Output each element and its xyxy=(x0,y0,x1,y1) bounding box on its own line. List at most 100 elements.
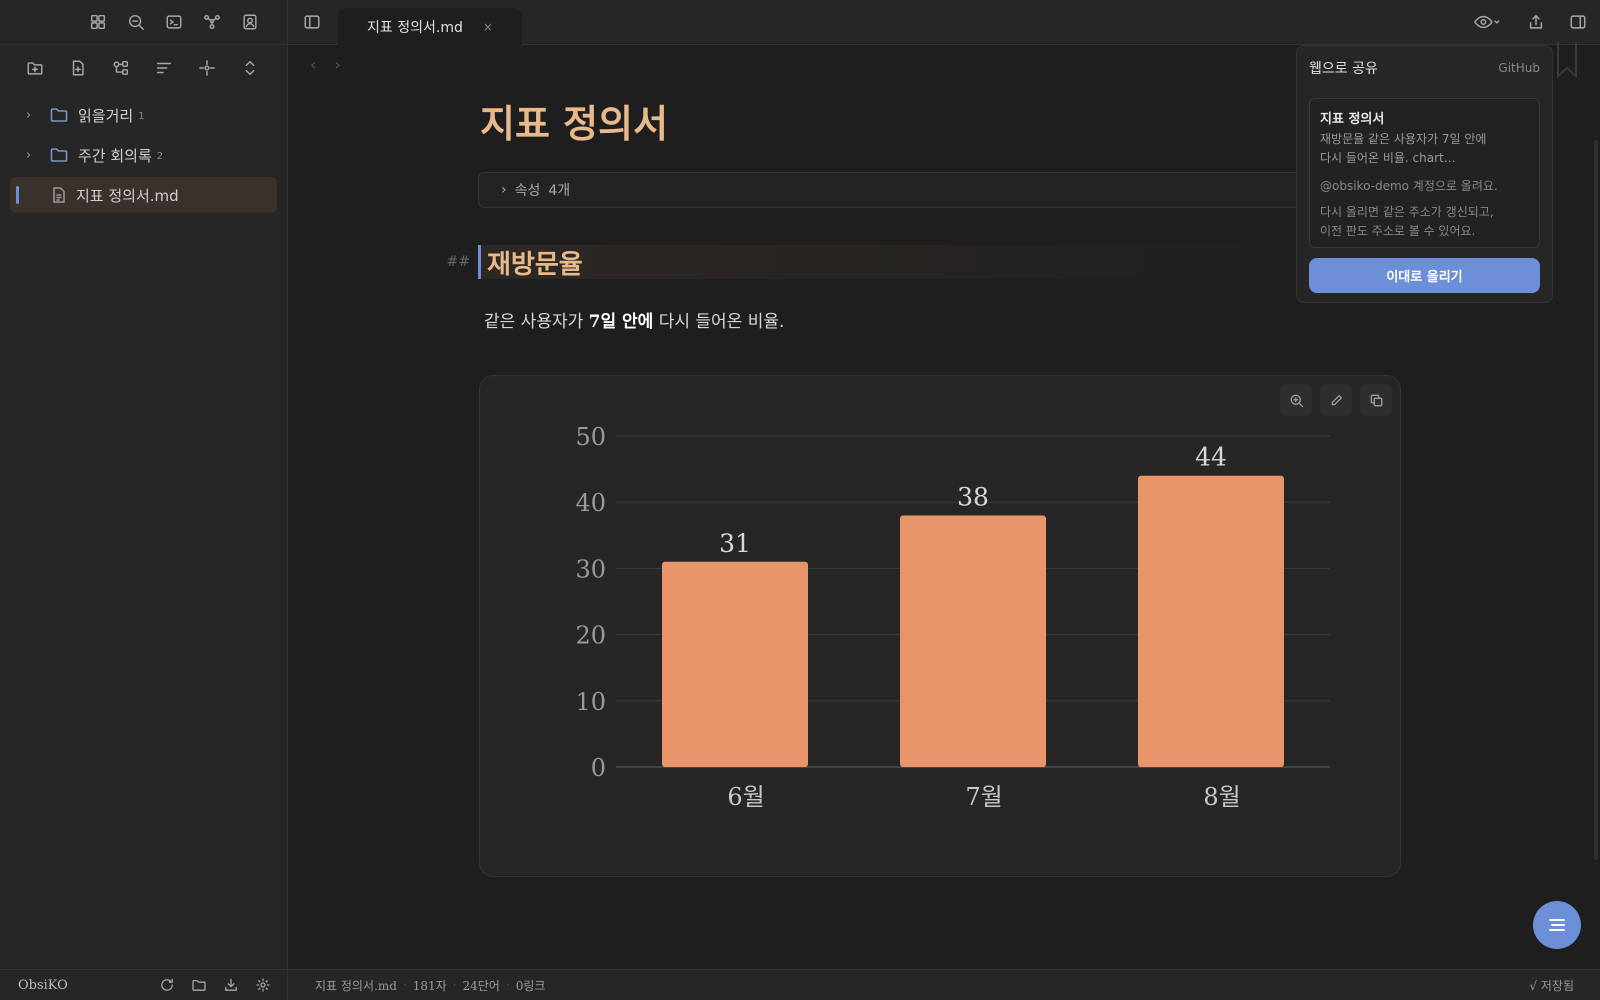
copy-icon[interactable] xyxy=(1360,384,1392,416)
download-icon[interactable] xyxy=(221,975,241,995)
y-tick-label: 40 xyxy=(575,489,606,517)
status-saved: √ 저장됨 xyxy=(1529,978,1574,993)
y-tick-label: 30 xyxy=(575,555,606,583)
settings-gear-icon[interactable] xyxy=(253,975,273,995)
file-icon xyxy=(52,187,66,203)
note-line: 다시 올리면 같은 주소가 갱신되고, xyxy=(1320,205,1494,219)
section-heading[interactable]: 재방문율 xyxy=(478,245,1344,280)
vault-status-bar: ObsiKO xyxy=(0,969,288,1000)
tab-metrics-definition[interactable]: 지표 정의서.md × xyxy=(338,8,522,45)
zoom-in-icon[interactable] xyxy=(1280,384,1312,416)
tab-close-icon[interactable]: × xyxy=(483,20,493,34)
paragraph[interactable]: 같은 사용자가 7일 안에 다시 들어온 비율. xyxy=(484,307,784,332)
share-note: 다시 올리면 같은 주소가 갱신되고, 이전 판도 주소로 볼 수 있어요. xyxy=(1320,203,1529,241)
graph-icon[interactable] xyxy=(202,12,222,32)
scrollbar[interactable] xyxy=(1594,140,1598,860)
new-note-icon[interactable] xyxy=(68,58,88,78)
grid-icon[interactable] xyxy=(88,12,108,32)
paragraph-text: 같은 사용자가 xyxy=(484,312,589,332)
tree-file-metrics-definition[interactable]: 지표 정의서.md xyxy=(10,177,277,213)
editor-status-bar: 지표 정의서.md · 181자 · 24단어 · 0링크 √ 저장됨 xyxy=(288,969,1600,1000)
folder-icon xyxy=(50,107,68,123)
sync-icon[interactable] xyxy=(157,975,177,995)
tree-item-label: 주간 회의록 xyxy=(78,146,152,165)
heading-row[interactable]: ## 재방문율 xyxy=(444,245,1344,280)
locate-icon[interactable] xyxy=(197,58,217,78)
note-line: 이전 판도 주소로 볼 수 있어요. xyxy=(1320,224,1476,238)
canvas-icon[interactable] xyxy=(111,58,131,78)
file-explorer-sidebar: › 읽을거리 1 › 주간 회의록 2 지표 정의서.md xyxy=(0,0,288,1000)
share-icon[interactable] xyxy=(1526,12,1546,32)
properties-count: 4개 xyxy=(548,183,571,199)
expand-collapse-icon[interactable] xyxy=(240,58,260,78)
excerpt-line: 재방문율 같은 사용자가 7일 안에 xyxy=(1320,132,1487,146)
bookmark-icon[interactable] xyxy=(1556,42,1578,78)
y-tick-label: 20 xyxy=(575,622,606,650)
share-title: 웹으로 공유 xyxy=(1309,61,1378,77)
web-share-popover: 웹으로 공유 GitHub 지표 정의서 재방문율 같은 사용자가 7일 안에 … xyxy=(1296,45,1553,303)
chart-card: 0 10 20 30 40 50 31 6월 38 7월 44 8월 xyxy=(479,375,1401,877)
x-tick-label: 6월 xyxy=(727,783,764,811)
chart-toolbar xyxy=(1280,384,1392,416)
bar-1 xyxy=(662,561,808,767)
new-folder-icon[interactable] xyxy=(25,58,45,78)
paragraph-bold: 7일 안에 xyxy=(588,312,654,332)
tree-folder-reading[interactable]: › 읽을거리 1 xyxy=(10,97,277,133)
paragraph-text: 다시 들어온 비율. xyxy=(653,312,785,332)
data-label: 44 xyxy=(1195,443,1227,472)
list-icon xyxy=(1549,919,1565,931)
status-file: 지표 정의서.md xyxy=(315,978,397,993)
folder-icon[interactable] xyxy=(189,975,209,995)
bar-chart: 0 10 20 30 40 50 31 6월 38 7월 44 8월 xyxy=(575,423,1330,811)
excerpt-line: 다시 들어온 비율. chart… xyxy=(1320,151,1456,165)
status-links: 0링크 xyxy=(515,978,546,993)
sidebar-toggle-icon[interactable] xyxy=(302,12,322,32)
right-sidebar-toggle-icon[interactable] xyxy=(1568,12,1588,32)
y-tick-label: 50 xyxy=(575,423,606,451)
x-tick-label: 7월 xyxy=(965,783,1002,811)
edit-pencil-icon[interactable] xyxy=(1320,384,1352,416)
properties-toggle[interactable]: › 속성 4개 xyxy=(478,172,1378,208)
status-words: 24단어 xyxy=(462,978,500,993)
chevron-right-icon[interactable]: › xyxy=(26,108,44,123)
y-tick-label: 0 xyxy=(591,754,606,782)
sidebar-ribbon xyxy=(0,0,287,45)
tree-item-count: 2 xyxy=(156,151,164,162)
page-title: 지표 정의서 xyxy=(480,101,669,146)
outline-button[interactable] xyxy=(1533,901,1581,949)
search-icon[interactable] xyxy=(126,12,146,32)
share-doc-title: 지표 정의서 xyxy=(1320,112,1385,127)
vault-name[interactable]: ObsiKO xyxy=(18,978,157,993)
status-chars: 181자 xyxy=(412,978,447,993)
y-tick-label: 10 xyxy=(575,688,606,716)
reading-view-eye-icon[interactable] xyxy=(1470,12,1504,32)
share-account: @obsiko-demo 계정으로 올려요. xyxy=(1320,179,1498,193)
sort-icon[interactable] xyxy=(154,58,174,78)
publish-button[interactable]: 이대로 올리기 xyxy=(1309,258,1540,293)
tree-item-label: 지표 정의서.md xyxy=(76,186,179,205)
data-label: 31 xyxy=(719,529,751,558)
tab-bar: 지표 정의서.md × xyxy=(288,0,1600,45)
x-tick-label: 8월 xyxy=(1203,783,1240,811)
tree-item-label: 읽을거리 xyxy=(78,106,134,125)
data-label: 38 xyxy=(957,482,989,511)
file-tree: › 읽을거리 1 › 주간 회의록 2 지표 정의서.md xyxy=(0,91,287,223)
separator: · xyxy=(452,978,457,992)
explorer-toolbar xyxy=(0,45,287,91)
bar-3 xyxy=(1138,475,1284,767)
terminal-icon[interactable] xyxy=(164,12,184,32)
contact-icon[interactable] xyxy=(240,12,260,32)
properties-label: 속성 xyxy=(514,183,541,199)
share-provider[interactable]: GitHub xyxy=(1498,61,1540,75)
tree-folder-weekly-meetings[interactable]: › 주간 회의록 2 xyxy=(10,137,277,173)
tree-item-count: 1 xyxy=(138,111,145,122)
folder-icon xyxy=(50,147,68,163)
share-preview: 지표 정의서 재방문율 같은 사용자가 7일 안에 다시 들어온 비율. cha… xyxy=(1309,98,1540,248)
tab-label: 지표 정의서.md xyxy=(367,19,463,36)
active-indicator xyxy=(16,186,19,204)
chevron-right-icon[interactable]: › xyxy=(26,148,44,163)
view-actions xyxy=(1470,12,1588,32)
separator: · xyxy=(505,978,510,992)
chevron-right-icon: › xyxy=(501,182,507,198)
heading-marker: ## xyxy=(446,254,470,270)
